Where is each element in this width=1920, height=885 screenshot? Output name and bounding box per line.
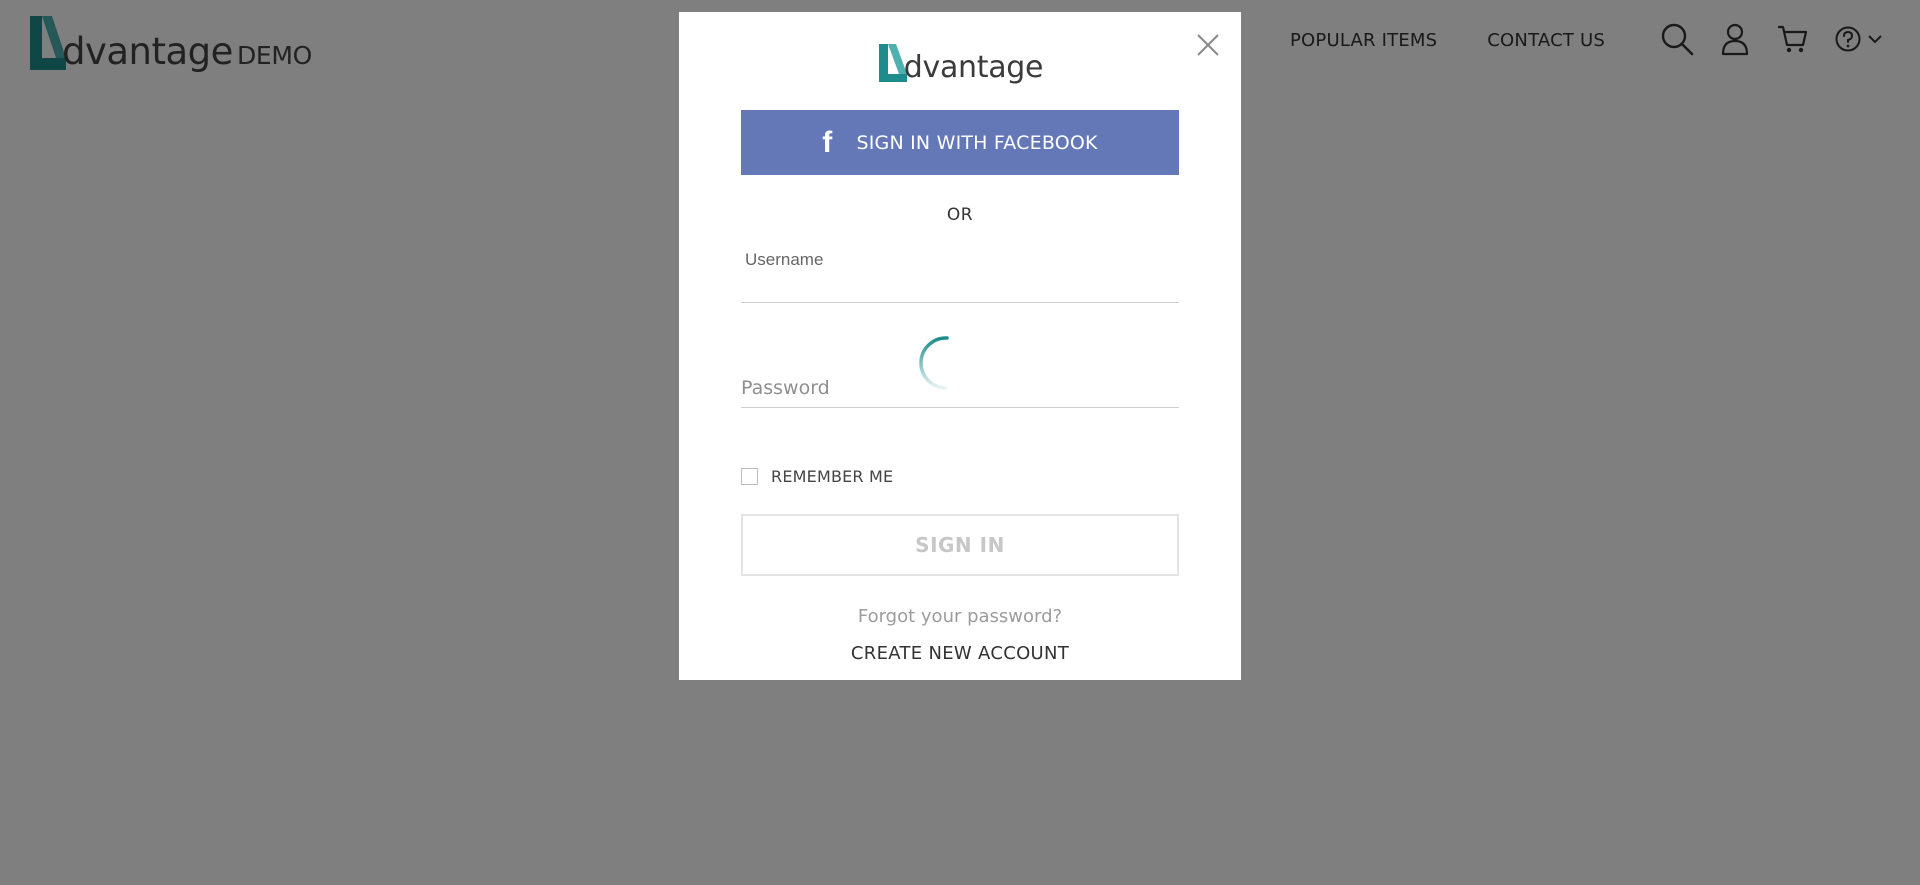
- remember-me[interactable]: REMEMBER ME: [741, 467, 893, 486]
- modal-logo: dvantage: [679, 42, 1241, 84]
- sign-in-with-facebook-button[interactable]: f SIGN IN WITH FACEBOOK: [741, 110, 1179, 175]
- remember-me-checkbox[interactable]: [741, 468, 758, 485]
- facebook-icon: f: [822, 125, 833, 159]
- or-separator: OR: [946, 205, 974, 225]
- facebook-button-label: SIGN IN WITH FACEBOOK: [856, 131, 1098, 154]
- remember-me-label: REMEMBER ME: [771, 467, 894, 486]
- create-new-account-link[interactable]: CREATE NEW ACCOUNT: [679, 643, 1241, 664]
- sign-in-button[interactable]: SIGN IN: [741, 514, 1179, 576]
- loading-spinner-icon: [919, 336, 949, 390]
- forgot-password-link[interactable]: Forgot your password?: [679, 606, 1241, 627]
- username-field[interactable]: Username: [741, 238, 1179, 303]
- username-label: Username: [745, 250, 824, 269]
- modal-logo-word: dvantage: [903, 50, 1044, 85]
- login-modal: dvantage f SIGN IN WITH FACEBOOK OR User…: [679, 12, 1241, 680]
- username-input[interactable]: [741, 268, 1171, 298]
